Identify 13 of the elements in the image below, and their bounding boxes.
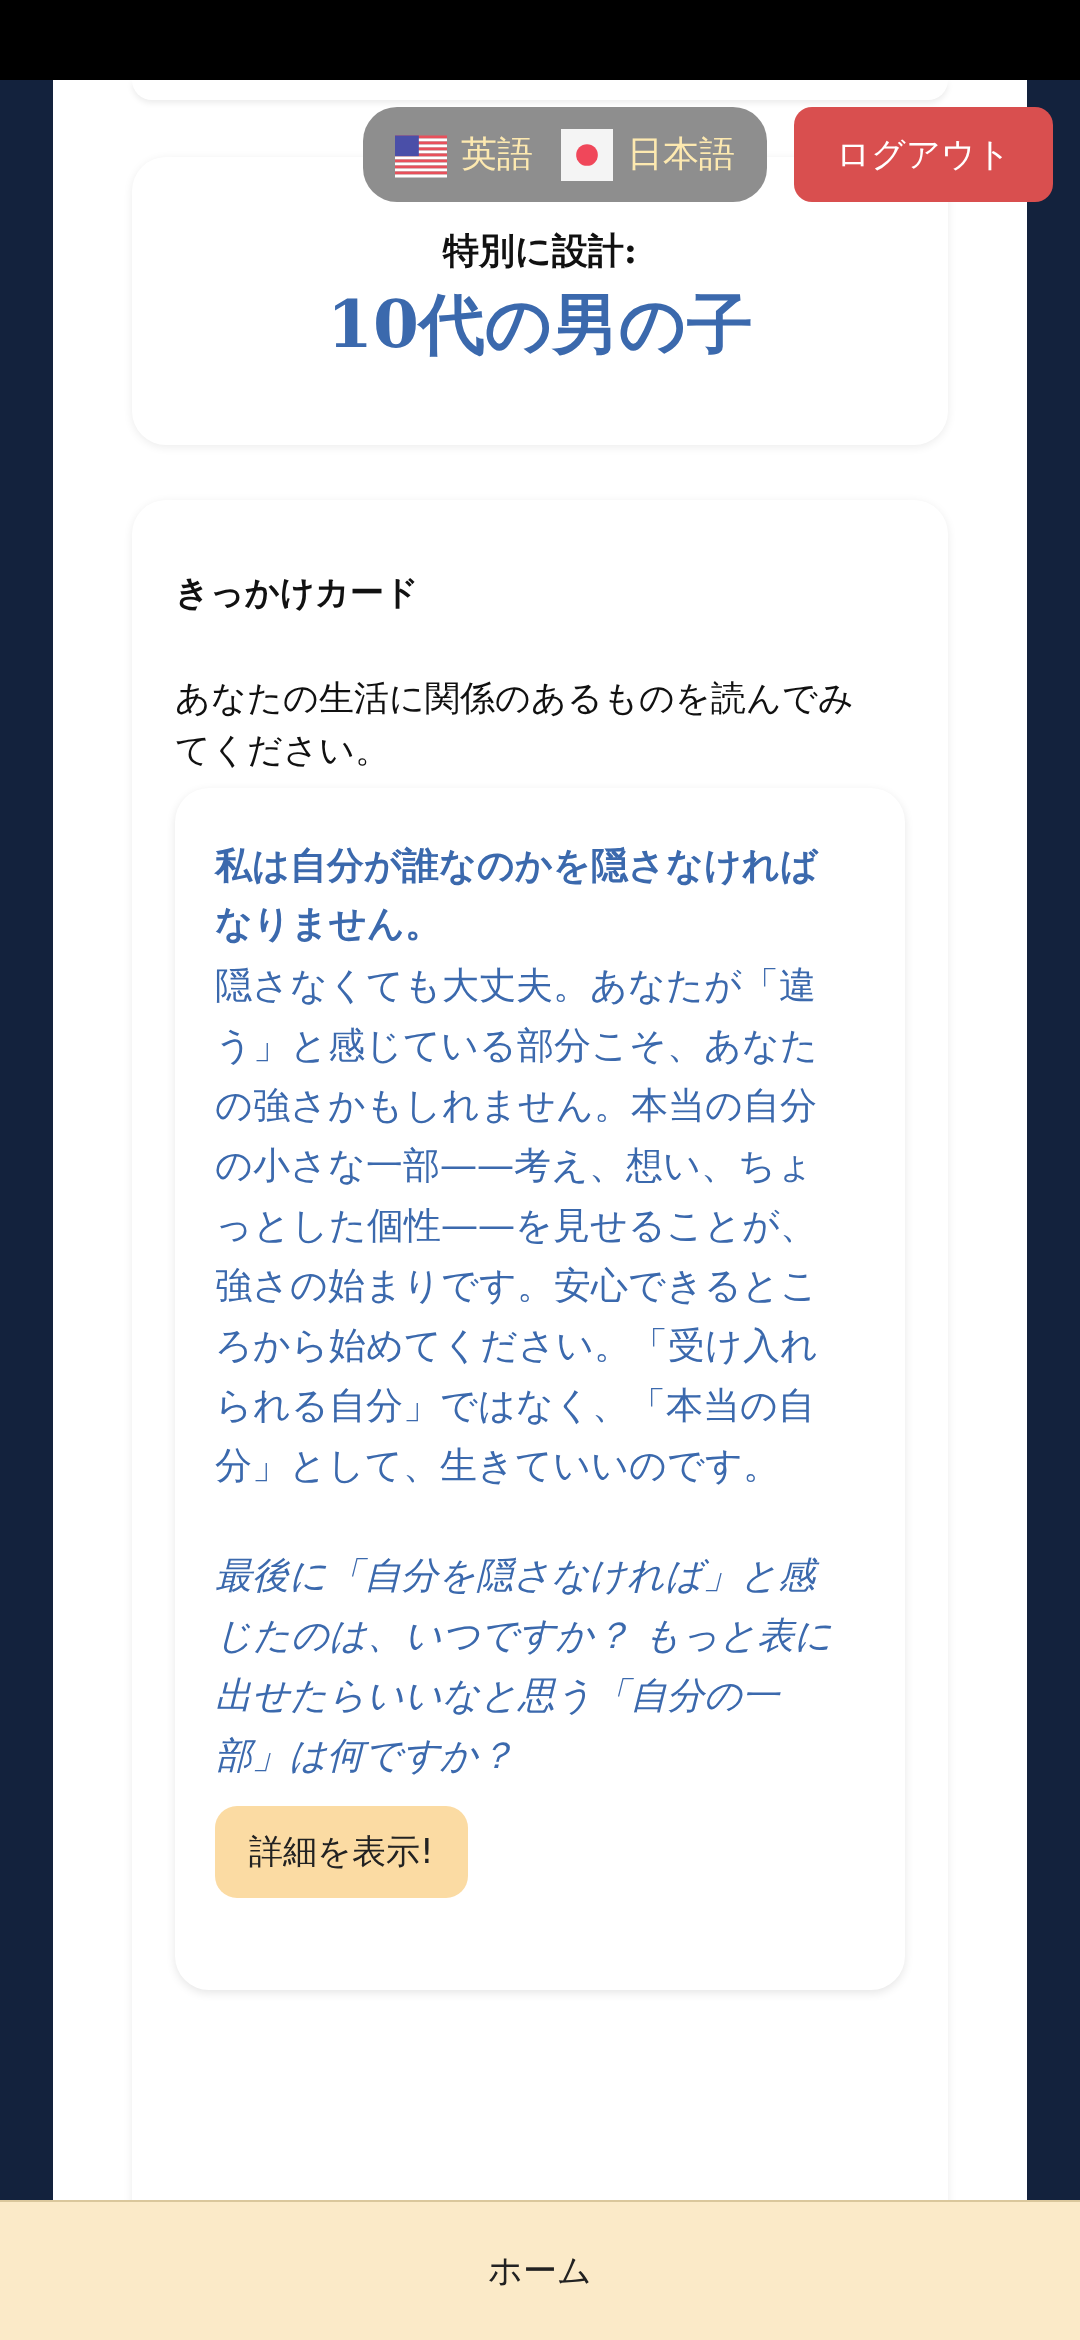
audience-label: 特別に設計: xyxy=(442,228,638,273)
show-details-button[interactable]: 詳細を表示! xyxy=(215,1806,468,1898)
reflection-question: 最後に「自分を隠さなければ」と感じたのは、いつですか？ もっと表に出せたらいいなと思う「自分の一部」は何ですか？ xyxy=(215,1553,833,1779)
prompt-title: 私は自分が誰なのかを隠さなければなりません。 xyxy=(215,842,820,947)
logout-button[interactable]: ログアウト xyxy=(794,107,1053,202)
audience-title: 10代の男の子 xyxy=(327,284,753,365)
prompt-body: 隠さなくても大丈夫。あなたが「違う」と感じている部分こそ、あなたの強さかもしれません。本当の自分の小さな一部——考え、想い、ちょっとした個性——を見せることが、強さの始まりです。安心できるところから始めてください。「受け入れられる自分」ではなく、「本当の自分」として、生きていいのです。 xyxy=(215,963,819,1489)
language-link[interactable]: 日本語 xyxy=(627,130,735,179)
home-tab[interactable]: ホーム xyxy=(482,2247,598,2295)
section-title: きっかけカード xyxy=(175,571,420,614)
flag-icon xyxy=(561,128,613,181)
instructions-text: あなたの生活に関係のあるものを読んでみてください。 xyxy=(175,677,855,772)
language-link[interactable]: 英語 xyxy=(461,130,533,179)
